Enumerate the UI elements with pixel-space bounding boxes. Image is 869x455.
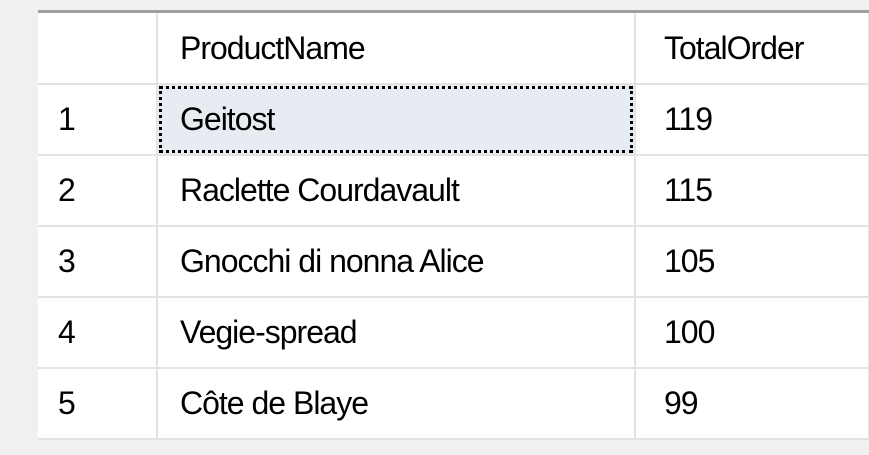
- cell-totalorder[interactable]: 115: [635, 155, 869, 227]
- cell-totalorder[interactable]: 100: [635, 297, 869, 369]
- cell-totalorder[interactable]: 105: [635, 226, 869, 298]
- row-number[interactable]: 1: [38, 84, 158, 156]
- results-table: ProductName TotalOrder 1 Geitost 119 2 R…: [38, 13, 869, 440]
- results-viewport: ProductName TotalOrder 1 Geitost 119 2 R…: [0, 0, 869, 455]
- cell-productname[interactable]: Raclette Courdavault: [157, 155, 636, 227]
- cell-productname[interactable]: Vegie-spread: [157, 297, 636, 369]
- row-number-header[interactable]: [38, 13, 158, 85]
- row-number[interactable]: 4: [38, 297, 158, 369]
- column-header-totalorder[interactable]: TotalOrder: [635, 13, 869, 85]
- cell-totalorder[interactable]: 119: [635, 84, 869, 156]
- header-row: ProductName TotalOrder: [38, 13, 869, 85]
- column-header-productname[interactable]: ProductName: [157, 13, 636, 85]
- cell-productname[interactable]: Gnocchi di nonna Alice: [157, 226, 636, 298]
- row-number[interactable]: 5: [38, 368, 158, 440]
- table-row: 3 Gnocchi di nonna Alice 105: [38, 226, 869, 298]
- cell-productname[interactable]: Côte de Blaye: [157, 368, 636, 440]
- cell-productname[interactable]: Geitost: [157, 84, 636, 156]
- row-number[interactable]: 3: [38, 226, 158, 298]
- row-number[interactable]: 2: [38, 155, 158, 227]
- table-row: 4 Vegie-spread 100: [38, 297, 869, 369]
- table-row: 5 Côte de Blaye 99: [38, 368, 869, 440]
- table-row: 2 Raclette Courdavault 115: [38, 155, 869, 227]
- cell-totalorder[interactable]: 99: [635, 368, 869, 440]
- table-row: 1 Geitost 119: [38, 84, 869, 156]
- results-grid[interactable]: ProductName TotalOrder 1 Geitost 119 2 R…: [38, 10, 869, 455]
